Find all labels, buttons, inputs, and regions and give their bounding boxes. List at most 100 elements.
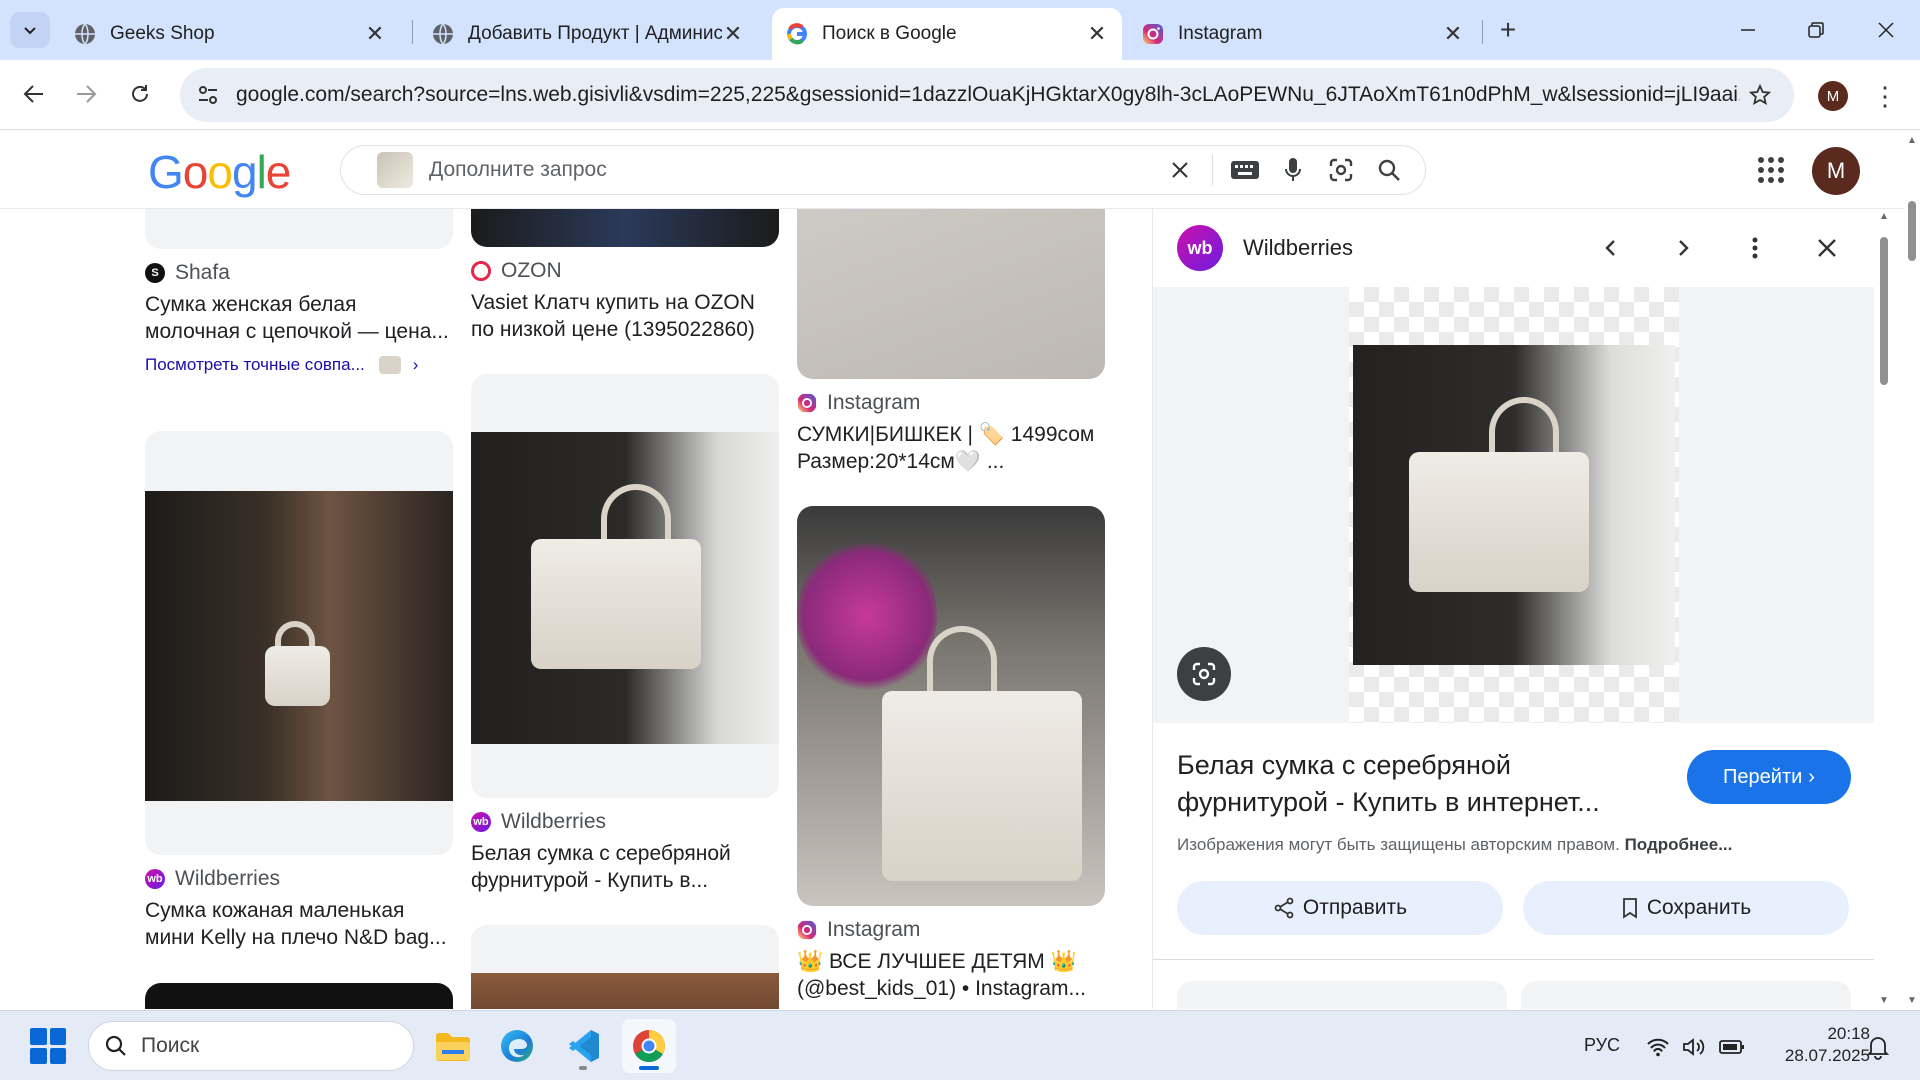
source-name: OZON (501, 259, 562, 282)
system-clock[interactable]: 20:18 28.07.2025 (1760, 1023, 1870, 1067)
panel-site-name[interactable]: Wildberries (1243, 235, 1591, 261)
result-source[interactable]: OZON (471, 257, 779, 285)
result-image[interactable] (145, 209, 453, 249)
result-image[interactable] (145, 983, 453, 1009)
taskbar-search[interactable]: Поиск (88, 1021, 414, 1071)
google-logo[interactable]: Google (148, 145, 291, 199)
panel-divider (1153, 959, 1874, 960)
result-source[interactable]: S Shafa (145, 259, 453, 287)
result-title[interactable]: Сумка женская белая молочная с цепочкой … (145, 291, 453, 345)
previous-result-button[interactable] (1591, 228, 1631, 268)
lens-search-button[interactable] (1177, 647, 1231, 701)
result-card[interactable]: OZON Vasiet Клатч купить на OZON по низк… (471, 209, 779, 343)
scroll-up-icon[interactable]: ▲ (1878, 211, 1890, 222)
more-options-button[interactable] (1735, 228, 1775, 268)
clear-search-button[interactable] (1156, 146, 1204, 194)
language-indicator[interactable]: РУС (1584, 1035, 1620, 1056)
result-image[interactable] (145, 431, 453, 855)
wifi-icon[interactable] (1644, 1033, 1672, 1061)
notification-bell-icon[interactable] (1864, 1033, 1892, 1061)
search-placeholder[interactable]: Дополните запрос (429, 158, 1156, 182)
address-bar[interactable]: google.com/search?source=lns.web.gisivli… (180, 68, 1794, 122)
result-card[interactable] (471, 925, 779, 1009)
close-tab-icon[interactable]: ✕ (722, 21, 744, 46)
lens-search-button[interactable] (1317, 146, 1365, 194)
scrollbar-thumb[interactable] (1880, 237, 1888, 385)
account-avatar[interactable]: M (1812, 147, 1860, 195)
vscode-app[interactable] (556, 1019, 610, 1073)
result-card[interactable] (145, 983, 453, 1009)
next-result-button[interactable] (1663, 228, 1703, 268)
tab-google-search[interactable]: Поиск в Google ✕ (772, 8, 1122, 60)
forward-button[interactable] (66, 74, 106, 114)
result-image[interactable] (797, 209, 1105, 379)
share-button[interactable]: Отправить (1177, 881, 1503, 935)
search-box[interactable]: Дополните запрос (340, 145, 1426, 195)
result-source[interactable]: Instagram (797, 916, 1105, 944)
minimize-button[interactable] (1720, 8, 1776, 52)
browser-menu-icon[interactable]: ⋮ (1870, 76, 1900, 116)
result-image[interactable] (471, 374, 779, 798)
tab-instagram[interactable]: Instagram ✕ (1128, 8, 1478, 60)
result-card[interactable]: S Shafa Сумка женская белая молочная с ц… (145, 209, 453, 375)
volume-icon[interactable] (1680, 1033, 1708, 1061)
scroll-down-icon[interactable]: ▼ (1878, 995, 1890, 1006)
result-title[interactable]: Белая сумка с серебряной фурнитурой - Ку… (471, 840, 779, 894)
learn-more-link[interactable]: Подробнее... (1625, 835, 1733, 854)
result-image[interactable] (471, 925, 779, 1009)
bookmark-star-icon[interactable] (1740, 75, 1780, 115)
tab-add-product[interactable]: Добавить Продукт | Администрирование ✕ (418, 8, 758, 60)
camera-lens-icon (1329, 158, 1353, 182)
query-image-thumbnail[interactable] (377, 152, 413, 188)
result-image[interactable] (797, 506, 1105, 906)
panel-title[interactable]: Белая сумка с серебряной фурнитурой - Ку… (1177, 747, 1647, 821)
result-title[interactable]: Сумка кожаная маленькая мини Kelly на пл… (145, 897, 453, 951)
result-card[interactable]: Instagram СУМКИ|БИШКЕК | 🏷️ 1499сом Разм… (797, 209, 1105, 475)
google-apps-icon[interactable] (1756, 155, 1786, 185)
result-title[interactable]: Vasiet Клатч купить на OZON по низкой це… (471, 289, 779, 343)
result-title[interactable]: 👑 ВСЕ ЛУЧШЕЕ ДЕТЯМ 👑 (@best_kids_01) • I… (797, 948, 1105, 1002)
site-info-icon[interactable] (188, 75, 228, 115)
globe-icon (433, 23, 453, 45)
result-source[interactable]: Instagram (797, 389, 1105, 417)
result-source[interactable]: wb Wildberries (145, 865, 453, 893)
result-image[interactable] (471, 209, 779, 247)
scroll-up-icon[interactable]: ▲ (1906, 135, 1918, 146)
page-scrollbar[interactable]: ▲ ▼ (1904, 131, 1920, 1009)
scrollbar-thumb[interactable] (1908, 201, 1916, 261)
close-tab-icon[interactable]: ✕ (364, 21, 386, 46)
scroll-down-icon[interactable]: ▼ (1906, 995, 1918, 1006)
related-result-card[interactable] (1521, 981, 1851, 1009)
keyboard-button[interactable] (1221, 146, 1269, 194)
result-title[interactable]: СУМКИ|БИШКЕК | 🏷️ 1499сом Размер:20*14см… (797, 421, 1105, 475)
result-card[interactable]: wb Wildberries Сумка кожаная маленькая м… (145, 431, 453, 951)
close-window-button[interactable] (1858, 8, 1914, 52)
reload-button[interactable] (120, 74, 160, 114)
close-tab-icon[interactable]: ✕ (1086, 21, 1108, 46)
tab-search-button[interactable] (10, 12, 50, 48)
search-submit-button[interactable] (1365, 146, 1413, 194)
visit-button[interactable]: Перейти › (1687, 750, 1851, 804)
close-panel-button[interactable] (1807, 228, 1847, 268)
new-tab-button[interactable]: + (1492, 14, 1524, 46)
result-card[interactable]: wb Wildberries Белая сумка с серебряной … (471, 374, 779, 894)
panel-scrollbar[interactable]: ▲ ▼ (1876, 209, 1892, 1009)
edge-browser-app[interactable] (490, 1019, 544, 1073)
preview-image[interactable] (1349, 287, 1679, 723)
battery-icon[interactable] (1718, 1033, 1746, 1061)
chrome-app[interactable] (622, 1019, 676, 1073)
exact-matches-link[interactable]: Посмотреть точные совпа... › (145, 355, 453, 375)
file-explorer-app[interactable] (426, 1019, 480, 1073)
restore-button[interactable] (1788, 8, 1844, 52)
related-result-card[interactable] (1177, 981, 1507, 1009)
back-button[interactable] (14, 74, 54, 114)
save-button[interactable]: Сохранить (1523, 881, 1849, 935)
result-card[interactable]: Instagram 👑 ВСЕ ЛУЧШЕЕ ДЕТЯМ 👑 (@best_ki… (797, 506, 1105, 1002)
tab-geeks-shop[interactable]: Geeks Shop ✕ (60, 8, 400, 60)
url-text[interactable]: google.com/search?source=lns.web.gisivli… (236, 83, 1740, 107)
close-tab-icon[interactable]: ✕ (1442, 21, 1464, 46)
windows-start-icon[interactable] (30, 1028, 66, 1064)
voice-search-button[interactable] (1269, 146, 1317, 194)
profile-avatar[interactable]: M (1818, 81, 1848, 111)
result-source[interactable]: wb Wildberries (471, 808, 779, 836)
